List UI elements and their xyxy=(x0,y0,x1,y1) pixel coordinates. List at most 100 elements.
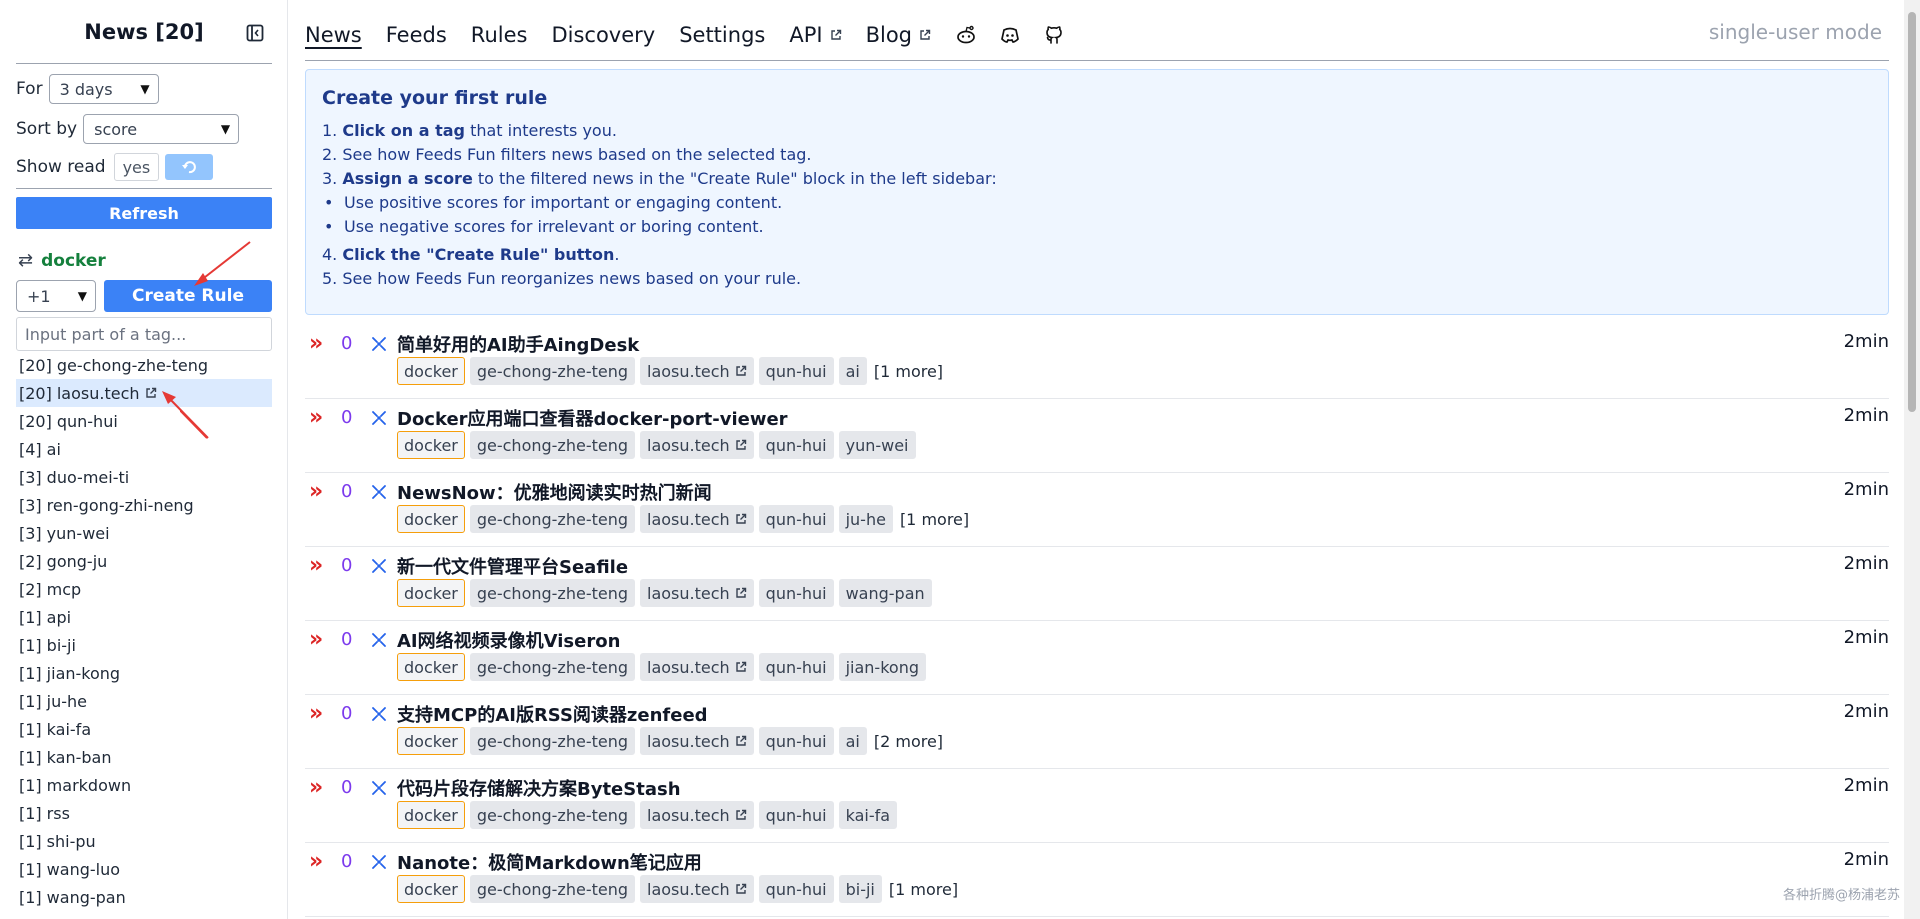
news-tag[interactable]: ge-chong-zhe-teng xyxy=(469,727,635,755)
news-tag[interactable]: docker xyxy=(397,801,465,829)
news-tag[interactable]: docker xyxy=(397,431,465,459)
news-tag[interactable]: ge-chong-zhe-teng xyxy=(469,801,635,829)
sidebar-tag-item[interactable]: [3] duo-mei-ti xyxy=(16,463,272,491)
expand-chevron-icon[interactable]: » xyxy=(309,775,323,800)
sidebar-tag-item[interactable]: [1] jian-kong xyxy=(16,659,272,687)
news-item[interactable]: » 0 Docker应用端口查看器docker-port-viewer 2min doc… xyxy=(305,399,1889,473)
news-title[interactable]: AI网络视频录像机Viseron xyxy=(397,627,620,653)
sidebar-tag-item[interactable]: [1] kai-fa xyxy=(16,715,272,743)
news-tag[interactable]: ge-chong-zhe-teng xyxy=(469,431,635,459)
news-title[interactable]: 代码片段存储解决方案ByteStash xyxy=(397,775,681,801)
expand-chevron-icon[interactable]: » xyxy=(309,701,323,726)
sidebar-tag-item[interactable]: [1] rss xyxy=(16,799,272,827)
nav-api[interactable]: API xyxy=(789,23,841,47)
mark-read-icon[interactable] xyxy=(371,484,387,500)
expand-chevron-icon[interactable]: » xyxy=(309,849,323,874)
nav-settings[interactable]: Settings xyxy=(679,23,765,47)
news-item[interactable]: » 0 新一代文件管理平台Seafile 2min docker ge-chong-zhe… xyxy=(305,547,1889,621)
undo-button[interactable] xyxy=(165,154,214,180)
nav-discovery[interactable]: Discovery xyxy=(551,23,655,47)
more-tags-link[interactable]: [1 more] xyxy=(900,510,969,529)
collapse-sidebar-icon[interactable] xyxy=(246,24,264,42)
news-tag[interactable]: laosu.tech xyxy=(640,801,754,829)
expand-chevron-icon[interactable]: » xyxy=(309,405,323,430)
news-tag[interactable]: qun-hui xyxy=(758,357,834,385)
discord-icon[interactable] xyxy=(999,24,1021,46)
news-tag[interactable]: ai xyxy=(838,357,867,385)
news-tag[interactable]: ge-chong-zhe-teng xyxy=(469,653,635,681)
news-tag[interactable]: qun-hui xyxy=(758,431,834,459)
github-icon[interactable] xyxy=(1043,24,1065,46)
news-tag[interactable]: docker xyxy=(397,505,465,533)
mark-read-icon[interactable] xyxy=(371,336,387,352)
news-tag[interactable]: qun-hui xyxy=(758,727,834,755)
sidebar-tag-item[interactable]: [1] wang-luo xyxy=(16,855,272,883)
news-tag[interactable]: jian-kong xyxy=(838,653,926,681)
news-tag[interactable]: docker xyxy=(397,579,465,607)
news-tag[interactable]: bi-ji xyxy=(838,875,882,903)
mark-read-icon[interactable] xyxy=(371,410,387,426)
score-select[interactable]: +1 ▼ xyxy=(16,280,96,312)
more-tags-link[interactable]: [1 more] xyxy=(889,880,958,899)
news-tag[interactable]: ge-chong-zhe-teng xyxy=(469,875,635,903)
news-tag[interactable]: ai xyxy=(838,727,867,755)
nav-news[interactable]: News xyxy=(305,23,362,47)
news-title[interactable]: Docker应用端口查看器docker-port-viewer xyxy=(397,405,788,431)
news-tag[interactable]: kai-fa xyxy=(838,801,898,829)
news-tag[interactable]: docker xyxy=(397,357,465,385)
sidebar-tag-item[interactable]: [2] gong-ju xyxy=(16,547,272,575)
period-select[interactable]: 3 days ▼ xyxy=(48,74,159,104)
reddit-icon[interactable] xyxy=(955,24,977,46)
news-item[interactable]: » 0 AI网络视频录像机Viseron 2min docker ge-chong-zhe… xyxy=(305,621,1889,695)
sidebar-tag-item[interactable]: [1] markdown xyxy=(16,771,272,799)
expand-chevron-icon[interactable]: » xyxy=(309,479,323,504)
selected-tag[interactable]: docker xyxy=(41,251,106,271)
news-tag[interactable]: qun-hui xyxy=(758,579,834,607)
sidebar-tag-item[interactable]: [3] yun-wei xyxy=(16,519,272,547)
news-tag[interactable]: laosu.tech xyxy=(640,505,754,533)
news-tag[interactable]: qun-hui xyxy=(758,653,834,681)
news-item[interactable]: » 0 Nanote：极简Markdown笔记应用 2min docker ge-chon… xyxy=(305,843,1889,917)
news-tag[interactable]: laosu.tech xyxy=(640,431,754,459)
news-tag[interactable]: laosu.tech xyxy=(640,653,754,681)
news-tag[interactable]: ge-chong-zhe-teng xyxy=(469,579,635,607)
news-tag[interactable]: qun-hui xyxy=(758,875,834,903)
sidebar-tag-item[interactable]: [1] shi-pu xyxy=(16,827,272,855)
news-tag[interactable]: wang-pan xyxy=(838,579,932,607)
news-title[interactable]: NewsNow：优雅地阅读实时热门新闻 xyxy=(397,479,712,505)
nav-feeds[interactable]: Feeds xyxy=(386,23,447,47)
mark-read-icon[interactable] xyxy=(371,558,387,574)
news-tag[interactable]: docker xyxy=(397,653,465,681)
scrollbar-thumb[interactable] xyxy=(1908,12,1916,412)
news-tag[interactable]: laosu.tech xyxy=(640,727,754,755)
sidebar-tag-item[interactable]: [1] wang-pan xyxy=(16,883,272,911)
sort-select[interactable]: score ▼ xyxy=(83,114,240,144)
news-tag[interactable]: ge-chong-zhe-teng xyxy=(469,357,635,385)
news-title[interactable]: 支持MCP的AI版RSS阅读器zenfeed xyxy=(397,701,708,727)
news-title[interactable]: Nanote：极简Markdown笔记应用 xyxy=(397,849,702,875)
news-tag[interactable]: yun-wei xyxy=(838,431,916,459)
swap-icon[interactable]: ⇄ xyxy=(18,250,33,271)
news-tag[interactable]: docker xyxy=(397,875,465,903)
news-tag[interactable]: laosu.tech xyxy=(640,357,754,385)
expand-chevron-icon[interactable]: » xyxy=(309,331,323,356)
sidebar-tag-item[interactable]: [1] kan-ban xyxy=(16,743,272,771)
expand-chevron-icon[interactable]: » xyxy=(309,627,323,652)
sidebar-tag-item[interactable]: [1] ju-he xyxy=(16,687,272,715)
sidebar-tag-item[interactable]: [2] mcp xyxy=(16,575,272,603)
news-item[interactable]: » 0 支持MCP的AI版RSS阅读器zenfeed 2min docker ge-cho… xyxy=(305,695,1889,769)
show-read-toggle[interactable]: yes xyxy=(113,153,160,181)
sidebar-tag-item[interactable]: [1] bi-ji xyxy=(16,631,272,659)
news-tag[interactable]: laosu.tech xyxy=(640,875,754,903)
news-item[interactable]: » 0 代码片段存储解决方案ByteStash 2min docker ge-chong-… xyxy=(305,769,1889,843)
news-item[interactable]: » 0 NewsNow：优雅地阅读实时热门新闻 2min docker ge-chong-… xyxy=(305,473,1889,547)
news-title[interactable]: 简单好用的AI助手AingDesk xyxy=(397,331,639,357)
more-tags-link[interactable]: [2 more] xyxy=(874,732,943,751)
news-tag[interactable]: qun-hui xyxy=(758,801,834,829)
nav-blog[interactable]: Blog xyxy=(866,23,931,47)
mark-read-icon[interactable] xyxy=(371,632,387,648)
sidebar-tag-item[interactable]: [1] api xyxy=(16,603,272,631)
refresh-button[interactable]: Refresh xyxy=(16,197,272,229)
news-title[interactable]: 新一代文件管理平台Seafile xyxy=(397,553,628,579)
news-tag[interactable]: ju-he xyxy=(838,505,893,533)
